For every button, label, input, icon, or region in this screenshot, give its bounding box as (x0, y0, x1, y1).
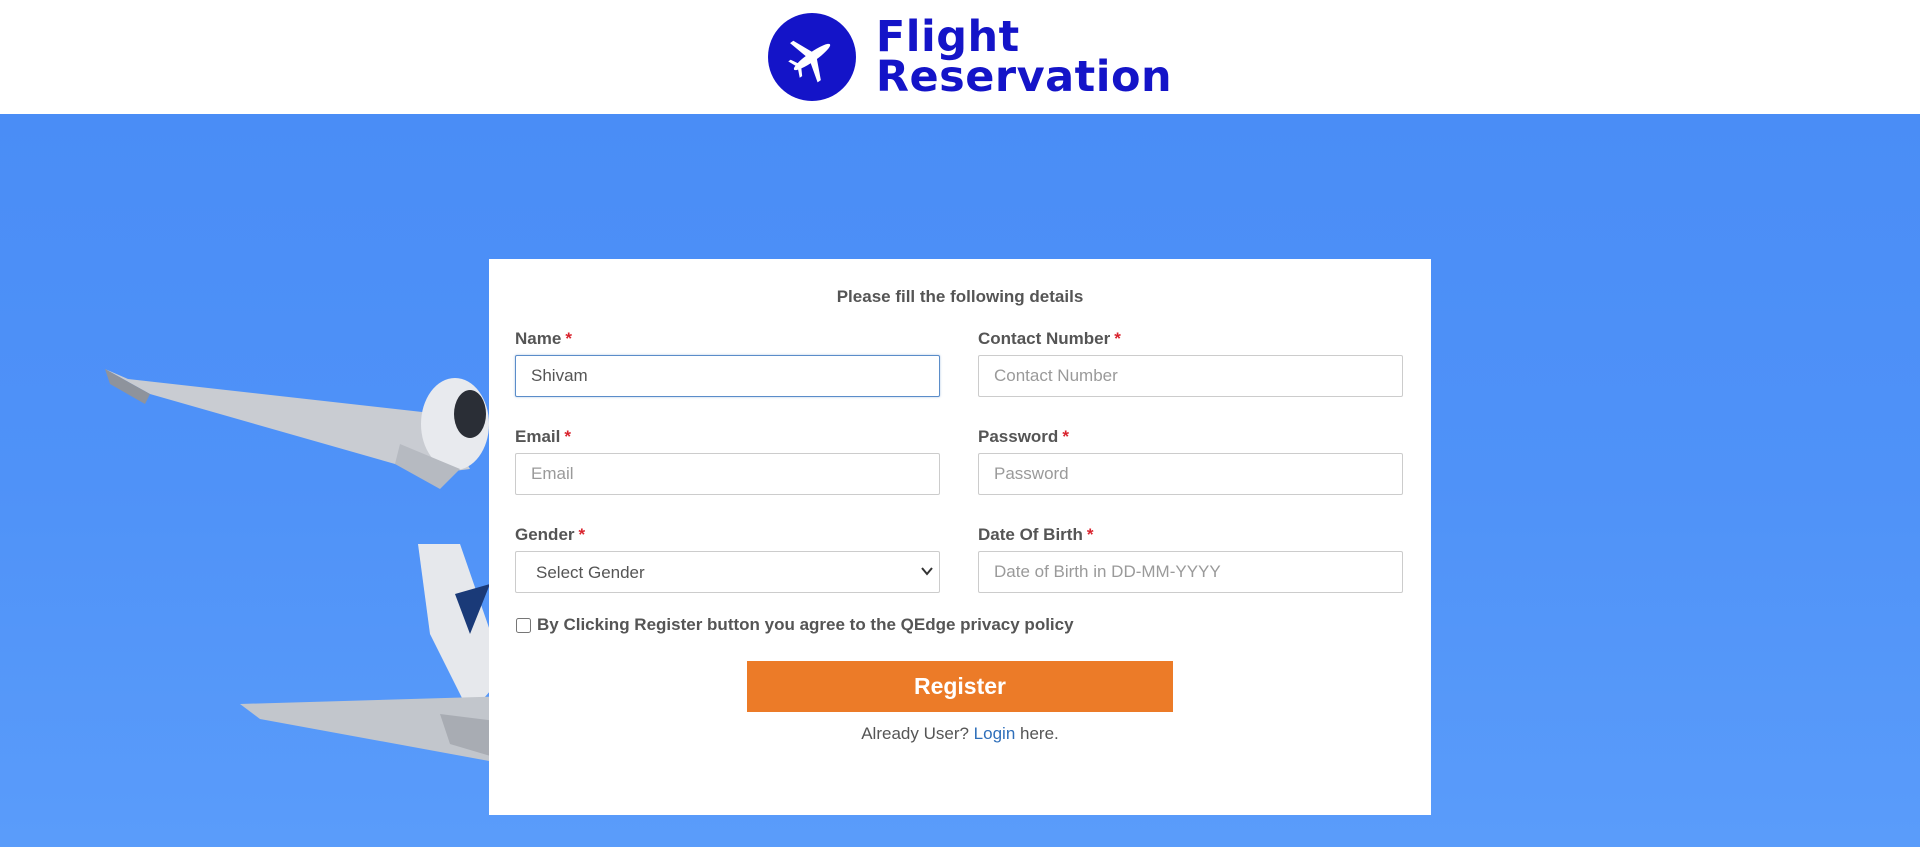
privacy-text: By Clicking Register button you agree to… (537, 615, 1074, 634)
email-field: Email * (515, 427, 940, 495)
required-mark: * (578, 525, 586, 544)
register-button[interactable]: Register (747, 661, 1173, 712)
name-label-text: Name (515, 329, 562, 348)
site-header: Flight Reservation (0, 0, 1920, 114)
here-text: here. (1020, 724, 1059, 743)
dob-input[interactable] (978, 551, 1403, 593)
logo-line1: Flight (875, 12, 1020, 62)
required-mark: * (564, 427, 571, 446)
already-user-text: Already User? (861, 724, 969, 743)
name-field: Name * (515, 329, 940, 397)
required-mark: * (1086, 525, 1094, 544)
form-grid: Name* Contact Number* Email* Password* G… (515, 329, 1405, 593)
name-input[interactable] (515, 355, 940, 397)
dob-label: Date Of Birth * (978, 525, 1403, 545)
privacy-checkbox[interactable] (516, 617, 531, 633)
gender-select-wrap: Select Gender (515, 551, 940, 593)
contact-label-text: Contact Number (978, 329, 1111, 348)
dob-label-text: Date Of Birth (978, 525, 1083, 544)
email-label-text: Email (515, 427, 561, 446)
name-label: Name * (515, 329, 940, 349)
required-mark: * (1062, 427, 1069, 446)
registration-card: Please fill the following details Name * … (489, 259, 1431, 815)
background-sky: Please fill the following details Name * … (0, 114, 1920, 847)
logo-text: Flight Reservation (875, 12, 1173, 102)
password-field: Password * (978, 427, 1403, 495)
password-label: Password * (978, 427, 1403, 447)
logo-line2: Reservation (875, 52, 1173, 102)
gender-label: Gender * (515, 525, 940, 545)
gender-field: Gender * Select Gender (515, 525, 940, 593)
dob-field: Date Of Birth * (978, 525, 1403, 593)
login-prompt: Already User? Login here. (515, 724, 1405, 744)
password-label-text: Password (978, 427, 1059, 446)
form-title: Please fill the following details (836, 287, 1084, 306)
email-label: Email * (515, 427, 940, 447)
required-mark: * (1114, 329, 1121, 348)
password-input[interactable] (978, 453, 1403, 495)
airplane-icon (767, 13, 856, 101)
gender-select[interactable]: Select Gender (515, 551, 940, 593)
logo[interactable]: Flight Reservation (767, 12, 1173, 102)
email-input[interactable] (515, 453, 940, 495)
privacy-agreement: By Clicking Register button you agree to… (515, 615, 1405, 635)
gender-label-text: Gender (515, 525, 575, 544)
contact-label: Contact Number * (978, 329, 1403, 349)
required-mark: * (565, 329, 572, 348)
login-link[interactable]: Login (974, 724, 1016, 743)
contact-field: Contact Number * (978, 329, 1403, 397)
contact-input[interactable] (978, 355, 1403, 397)
